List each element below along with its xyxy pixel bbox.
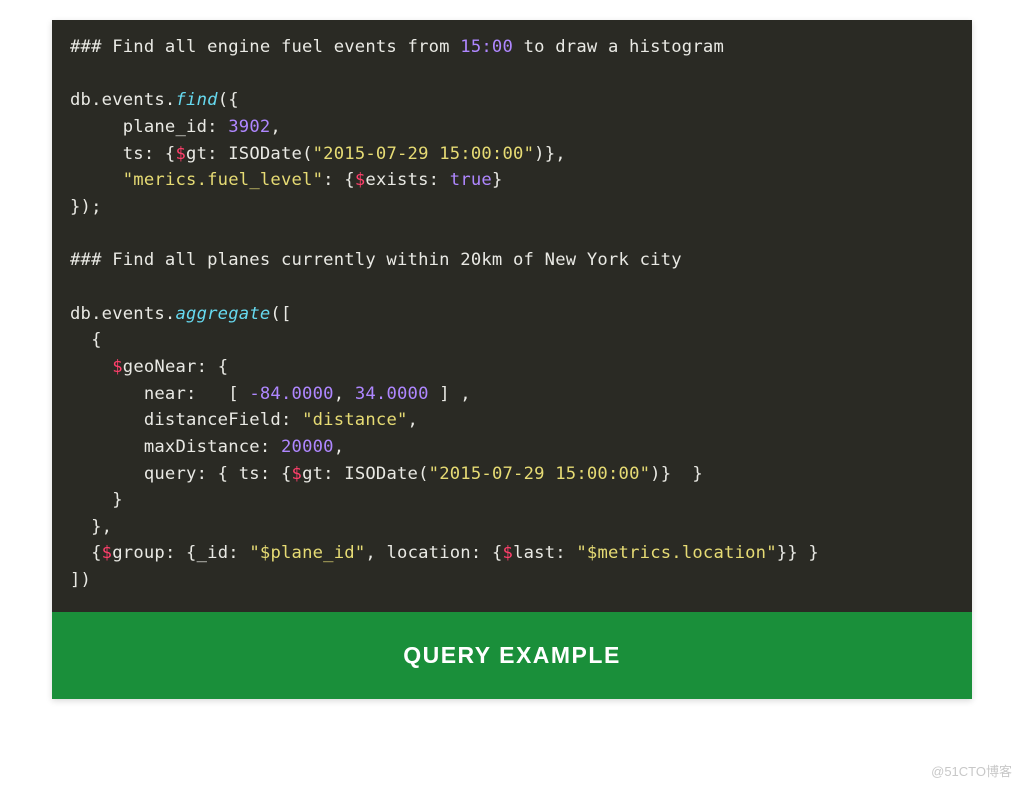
code-block: ### Find all engine fuel events from 15:… [52,20,972,612]
comment-line-1: ### Find all engine fuel events from 15:… [70,37,724,57]
slide-title-banner: QUERY EXAMPLE [52,612,972,699]
slide: ### Find all engine fuel events from 15:… [52,20,972,699]
query-2: db.events.aggregate([ { $geoNear: { near… [70,304,819,591]
comment-line-2: ### Find all planes currently within 20k… [70,250,682,270]
query-1: db.events.find({ plane_id: 3902, ts: {$g… [70,90,566,217]
watermark: @51CTO博客 [931,761,1012,780]
